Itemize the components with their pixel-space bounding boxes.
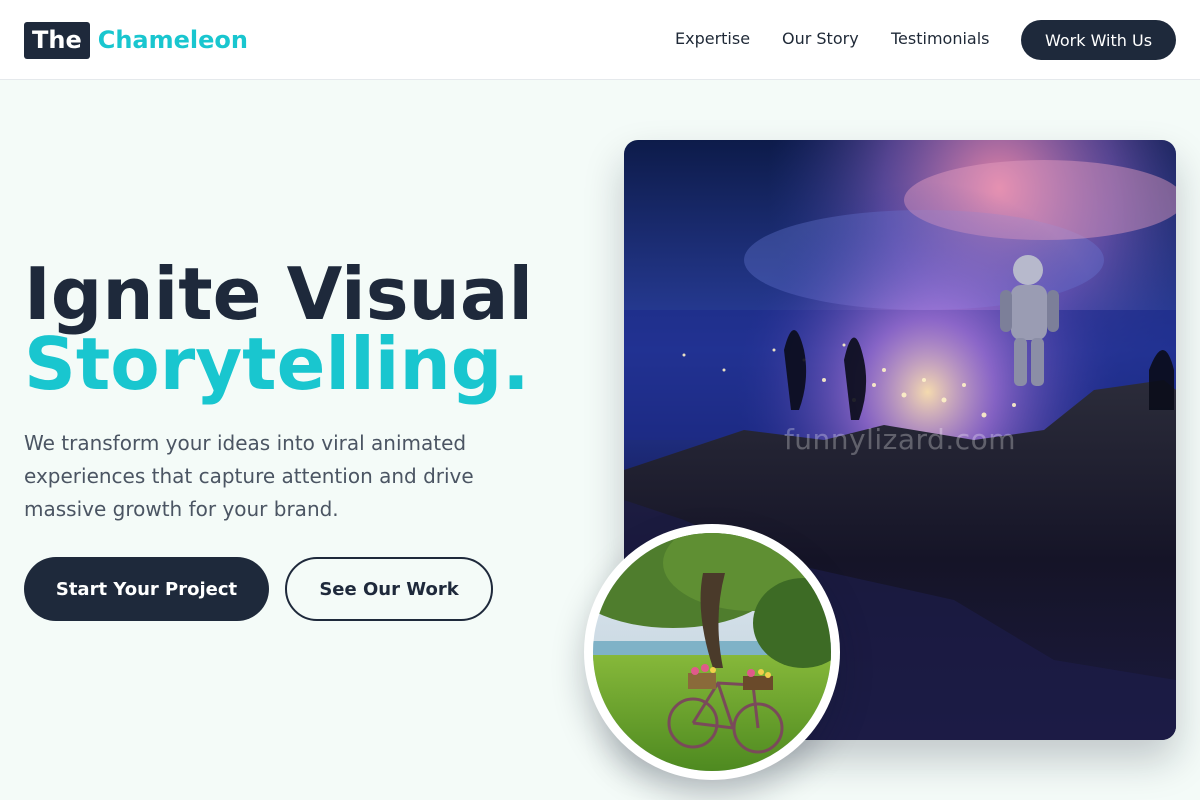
start-your-project-button[interactable]: Start Your Project (24, 557, 269, 621)
nav-link-expertise[interactable]: Expertise (675, 29, 750, 48)
logo-wordmark: Chameleon (97, 26, 248, 54)
top-navbar: The Chameleon Expertise Our Story Testim… (0, 0, 1200, 80)
nav-link-our-story[interactable]: Our Story (782, 29, 859, 48)
bicycle-garden-illustration (593, 533, 831, 771)
see-our-work-button[interactable]: See Our Work (285, 557, 493, 621)
brand-logo[interactable]: The Chameleon (24, 21, 248, 59)
work-with-us-button[interactable]: Work With Us (1021, 20, 1176, 60)
hero-title-line2: Storytelling. (24, 322, 530, 406)
logo-box-text: The (24, 21, 90, 59)
hero-title-line1: Ignite Visual (24, 252, 534, 336)
image-watermark: funnylizard.com (783, 423, 1017, 456)
hero-title: Ignite Visual Storytelling. (24, 258, 533, 400)
inset-circular-image (584, 524, 840, 780)
nav-link-testimonials[interactable]: Testimonials (891, 29, 990, 48)
hero-description: We transform your ideas into viral anima… (24, 431, 474, 521)
